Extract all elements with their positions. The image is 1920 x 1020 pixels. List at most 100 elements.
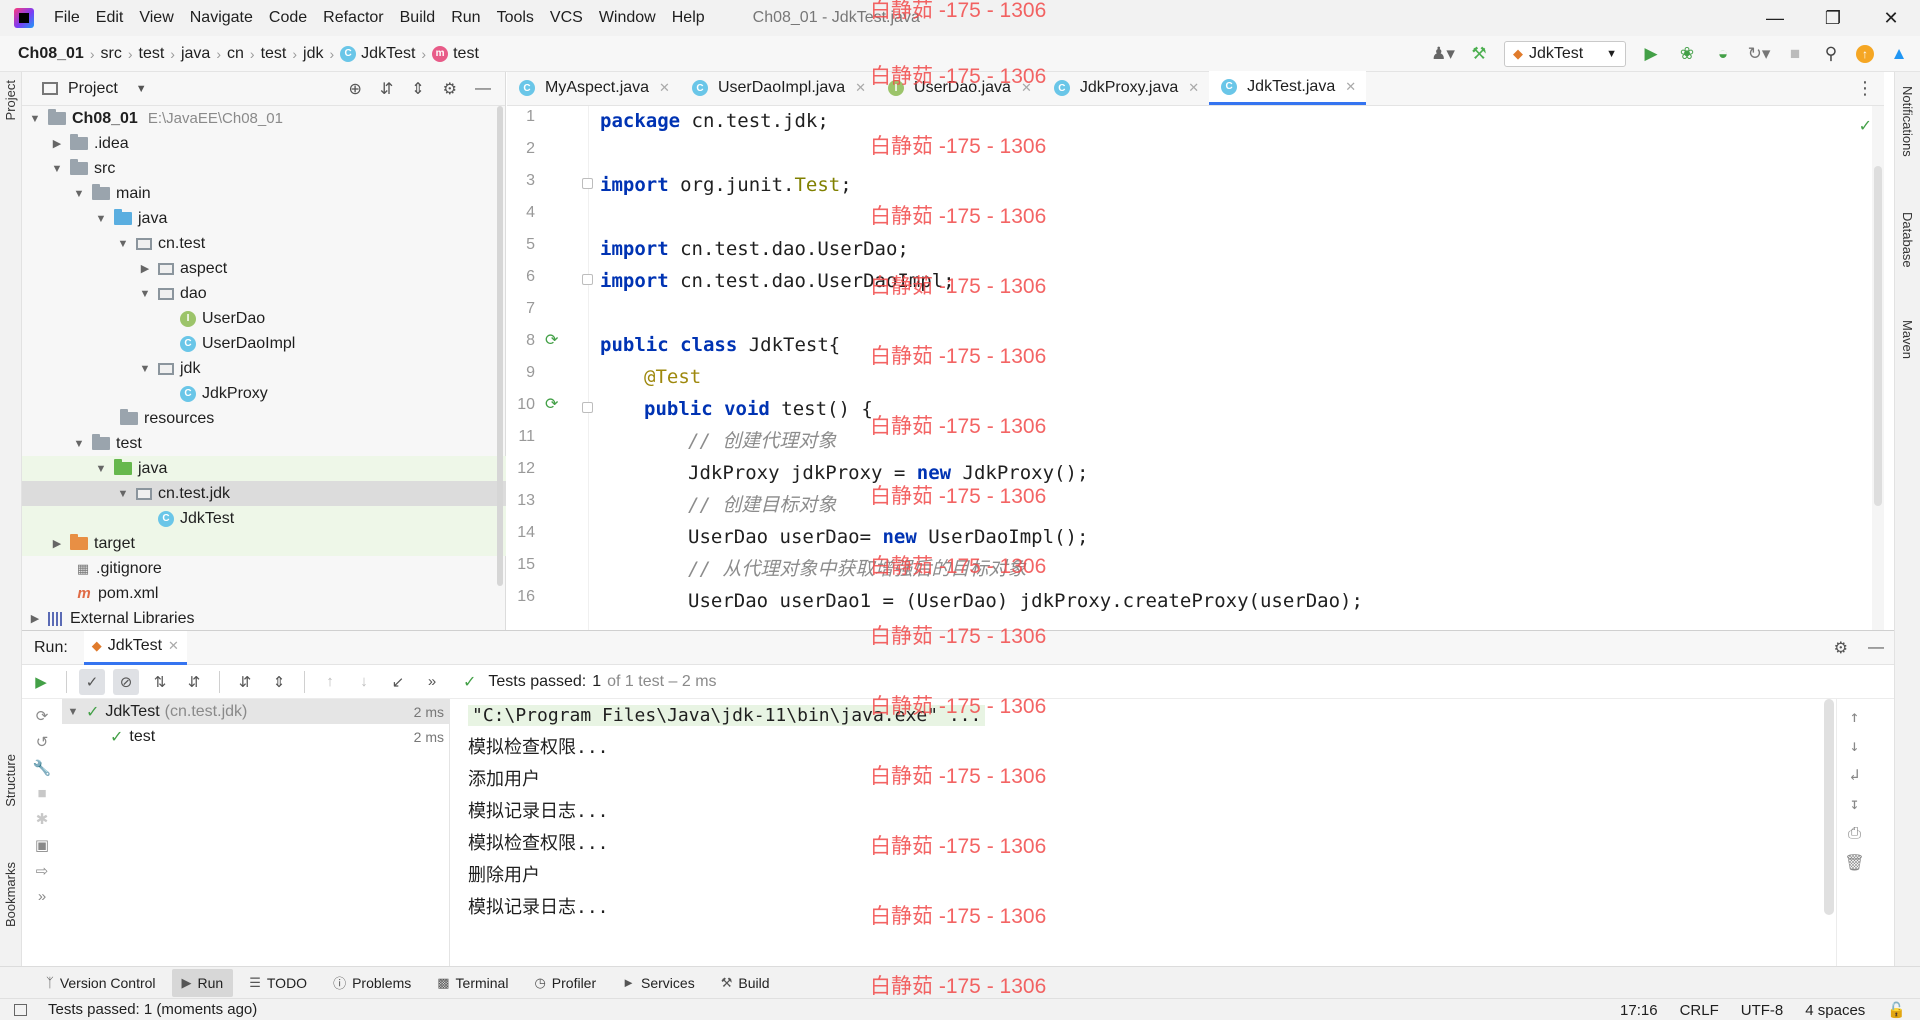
- expand-all-icon[interactable]: ⇵: [232, 669, 258, 695]
- tool-todo[interactable]: ☰ TODO: [239, 969, 317, 997]
- menu-code[interactable]: Code: [261, 0, 315, 36]
- export-icon[interactable]: ⇨: [36, 862, 49, 880]
- chevron-down-icon[interactable]: ▼: [50, 163, 64, 175]
- scroll-down-icon[interactable]: ↓: [1850, 736, 1860, 755]
- toggle-auto-test-icon[interactable]: ↺: [36, 733, 49, 751]
- chevron-down-icon[interactable]: ▼: [66, 706, 80, 718]
- chevron-down-icon[interactable]: ▼: [94, 213, 108, 225]
- locate-icon[interactable]: ⊕: [348, 79, 361, 99]
- stop-icon[interactable]: ■: [1784, 43, 1806, 65]
- user-icon[interactable]: ♟▾: [1431, 43, 1455, 65]
- breadcrumb-project[interactable]: Ch08_01: [14, 45, 88, 63]
- chevron-down-icon[interactable]: ▼: [136, 83, 147, 95]
- chevron-right-icon[interactable]: ▶: [50, 137, 64, 150]
- tree-item-test-java[interactable]: ▼ java: [22, 456, 506, 481]
- breadcrumb-class[interactable]: C JdkTest: [336, 45, 419, 63]
- tab-jdktest[interactable]: C JdkTest.java ✕: [1209, 71, 1367, 105]
- expand-all-icon[interactable]: ⇵: [380, 79, 393, 99]
- stripe-maven[interactable]: Maven: [1900, 320, 1915, 359]
- show-passed-icon[interactable]: ✓: [79, 668, 105, 695]
- lock-icon[interactable]: 🔓: [1887, 1001, 1906, 1019]
- console-output[interactable]: "C:\Program Files\Java\jdk-11\bin\java.e…: [452, 699, 1872, 967]
- menu-edit[interactable]: Edit: [88, 0, 132, 36]
- close-tab-icon[interactable]: ✕: [659, 80, 670, 96]
- tool-services[interactable]: ► Services: [612, 969, 705, 997]
- test-row-jdktest[interactable]: ▼ ✓ JdkTest (cn.test.jdk) 2 ms: [62, 699, 450, 724]
- more-tabs-icon[interactable]: ⋮: [1856, 78, 1874, 99]
- collapse-all-icon[interactable]: ⇕: [411, 79, 424, 99]
- menu-vcs[interactable]: VCS: [542, 0, 591, 36]
- stripe-notifications[interactable]: Notifications: [1900, 86, 1915, 157]
- stripe-project[interactable]: Project: [3, 80, 18, 120]
- chevron-down-icon[interactable]: ▼: [94, 463, 108, 475]
- sort-alphabetically-icon[interactable]: ⇅: [147, 669, 173, 695]
- restore-icon[interactable]: ❐: [1804, 0, 1862, 36]
- tool-profiler[interactable]: ◷ Profiler: [524, 969, 606, 997]
- hide-icon[interactable]: —: [475, 80, 491, 98]
- debug-icon[interactable]: ❀: [1676, 43, 1698, 65]
- next-failed-icon[interactable]: ↓: [351, 669, 377, 695]
- editor-scrollbar[interactable]: [1872, 106, 1884, 630]
- tree-item-cn-test-jdk[interactable]: ▼ cn.test.jdk: [22, 481, 506, 506]
- tree-item-userdao[interactable]: I UserDao: [22, 306, 506, 331]
- file-encoding[interactable]: UTF-8: [1741, 1002, 1784, 1019]
- code-area[interactable]: package cn.test.jdk; import org.junit.Te…: [600, 106, 1840, 630]
- breadcrumb-test[interactable]: test: [135, 45, 169, 63]
- breadcrumb-method[interactable]: m test: [428, 45, 483, 63]
- scroll-to-end-icon[interactable]: ↧: [1850, 794, 1860, 813]
- menu-window[interactable]: Window: [591, 0, 664, 36]
- menu-navigate[interactable]: Navigate: [182, 0, 261, 36]
- close-icon[interactable]: ✕: [1862, 0, 1920, 36]
- tab-userdaoimpl[interactable]: C UserDaoImpl.java ✕: [680, 71, 876, 105]
- tab-myaspect[interactable]: C MyAspect.java ✕: [507, 71, 680, 105]
- close-tab-icon[interactable]: ✕: [1188, 80, 1199, 96]
- chevron-down-icon[interactable]: ▼: [28, 113, 42, 125]
- tab-jdkproxy[interactable]: C JdkProxy.java ✕: [1042, 71, 1209, 105]
- stripe-bookmarks[interactable]: Bookmarks: [3, 862, 18, 927]
- gear-icon[interactable]: ⚙: [1834, 638, 1848, 658]
- rerun-failed-icon[interactable]: ⟳: [36, 707, 49, 725]
- collapse-all-icon[interactable]: ⇕: [266, 669, 292, 695]
- menu-build[interactable]: Build: [392, 0, 444, 36]
- console-scrollbar[interactable]: [1824, 699, 1834, 915]
- more-actions-icon[interactable]: »: [419, 669, 445, 695]
- chevron-down-icon[interactable]: ▼: [138, 288, 152, 300]
- toggle-tool-windows-icon[interactable]: [14, 1003, 27, 1016]
- tree-item-jdkproxy[interactable]: C JdkProxy: [22, 381, 506, 406]
- rerun-icon[interactable]: ▶: [28, 669, 54, 695]
- search-icon[interactable]: ⚲: [1820, 43, 1842, 65]
- status-message[interactable]: Tests passed: 1 (moments ago): [48, 1001, 257, 1018]
- import-tests-icon[interactable]: ↙: [385, 669, 411, 695]
- tree-item-main-java[interactable]: ▼ java: [22, 206, 506, 231]
- breadcrumb-cn[interactable]: cn: [223, 45, 248, 63]
- breadcrumb-java[interactable]: java: [177, 45, 214, 63]
- tool-build[interactable]: ⚒ Build: [711, 969, 780, 997]
- soft-wrap-icon[interactable]: ↲: [1850, 765, 1860, 784]
- editor-scrollbar-thumb[interactable]: [1874, 166, 1882, 506]
- gear-icon[interactable]: ⚙: [443, 79, 457, 99]
- menu-run[interactable]: Run: [443, 0, 488, 36]
- jetbrains-toolbox-icon[interactable]: ▲: [1888, 43, 1910, 65]
- fold-marker-icon[interactable]: [582, 178, 593, 189]
- tree-item-target[interactable]: ▶ target: [22, 531, 506, 556]
- tree-item-idea[interactable]: ▶ .idea: [22, 131, 506, 156]
- chevron-down-icon[interactable]: ▼: [116, 488, 130, 500]
- project-scrollbar[interactable]: [497, 106, 503, 586]
- fold-marker-icon[interactable]: [582, 402, 593, 413]
- run-test-gutter-icon[interactable]: ⟳: [545, 394, 558, 414]
- tree-item-external-libraries[interactable]: ▶ External Libraries: [22, 606, 506, 631]
- camera-icon[interactable]: ▣: [35, 836, 49, 854]
- stop-icon[interactable]: ■: [37, 785, 46, 802]
- line-separator[interactable]: CRLF: [1680, 1002, 1719, 1019]
- print-icon[interactable]: ⎙: [1848, 823, 1861, 843]
- caret-position[interactable]: 17:16: [1620, 1002, 1658, 1019]
- dump-threads-icon[interactable]: ✱: [36, 810, 49, 828]
- tree-item-pom[interactable]: m pom.xml: [22, 581, 506, 606]
- tree-item-jdk[interactable]: ▼ jdk: [22, 356, 506, 381]
- profile-icon[interactable]: ↻▾: [1748, 43, 1771, 65]
- more-icon[interactable]: »: [38, 888, 46, 905]
- close-tab-icon[interactable]: ✕: [855, 80, 866, 96]
- tree-item-aspect[interactable]: ▶ aspect: [22, 256, 506, 281]
- chevron-down-icon[interactable]: ▼: [72, 188, 86, 200]
- tree-item-project-root[interactable]: ▼ Ch08_01 E:\JavaEE\Ch08_01: [22, 106, 506, 131]
